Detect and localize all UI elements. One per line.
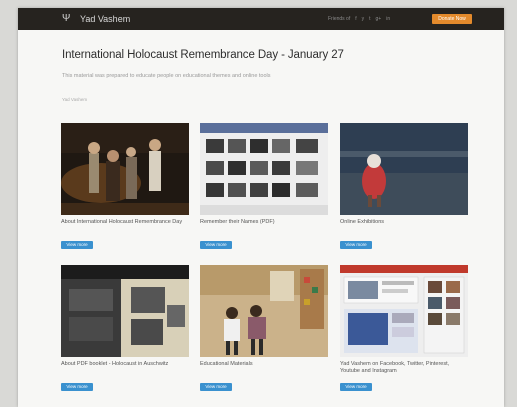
card-image-girl[interactable]: [340, 123, 468, 215]
twitter-icon[interactable]: y: [362, 15, 365, 23]
donate-button[interactable]: Donate Now: [432, 14, 472, 24]
google-plus-icon[interactable]: g+: [376, 15, 382, 23]
card-image-museum-visitors[interactable]: [200, 265, 328, 357]
youtube-icon[interactable]: t: [369, 15, 370, 23]
card-caption[interactable]: Yad Vashem on Facebook, Twitter, Pintere…: [340, 361, 468, 375]
card-image-booklet[interactable]: [61, 265, 189, 357]
card-remembrance-day: About International Holocaust Remembranc…: [61, 123, 189, 251]
card-caption[interactable]: Online Exhibitions: [340, 219, 468, 233]
view-more-button[interactable]: View more: [200, 241, 232, 249]
page-title: International Holocaust Remembrance Day …: [62, 49, 344, 61]
card-image-social-pages[interactable]: [340, 265, 468, 357]
view-more-button[interactable]: View more: [200, 383, 232, 391]
card-caption[interactable]: Remember their Names (PDF): [200, 219, 328, 233]
intro-text: This material was prepared to educate pe…: [62, 73, 271, 79]
view-more-button[interactable]: View more: [61, 241, 93, 249]
card-pdf-booklet: About PDF booklet - Holocaust in Auschwi…: [61, 265, 189, 393]
card-caption[interactable]: About PDF booklet - Holocaust in Auschwi…: [61, 361, 189, 375]
top-nav-links: Friends of f y t g+ in: [328, 15, 390, 23]
top-navigation-bar: Ψ Yad Vashem Friends of f y t g+ in Dona…: [18, 8, 504, 30]
nav-link-friends[interactable]: Friends of: [328, 15, 350, 23]
card-educational-materials: Educational Materials View more: [200, 265, 328, 393]
card-remember-names: Remember their Names (PDF) View more: [200, 123, 328, 251]
facebook-icon[interactable]: f: [355, 15, 356, 23]
card-online-exhibitions: Online Exhibitions View more: [340, 123, 468, 251]
site-brand[interactable]: Yad Vashem: [80, 13, 130, 25]
card-caption[interactable]: About International Holocaust Remembranc…: [61, 219, 189, 233]
view-more-button[interactable]: View more: [61, 383, 93, 391]
menorah-logo-icon[interactable]: Ψ: [62, 13, 72, 24]
card-caption[interactable]: Educational Materials: [200, 361, 328, 375]
page-meta: Yad Vashem: [62, 97, 88, 102]
browser-viewport: Ψ Yad Vashem Friends of f y t g+ in Dona…: [18, 8, 504, 407]
card-social-media: Yad Vashem on Facebook, Twitter, Pintere…: [340, 265, 468, 393]
linkedin-icon[interactable]: in: [386, 15, 390, 23]
view-more-button[interactable]: View more: [340, 241, 372, 249]
view-more-button[interactable]: View more: [340, 383, 372, 391]
card-image-photo-grid[interactable]: [200, 123, 328, 215]
card-image-ceremony[interactable]: [61, 123, 189, 215]
